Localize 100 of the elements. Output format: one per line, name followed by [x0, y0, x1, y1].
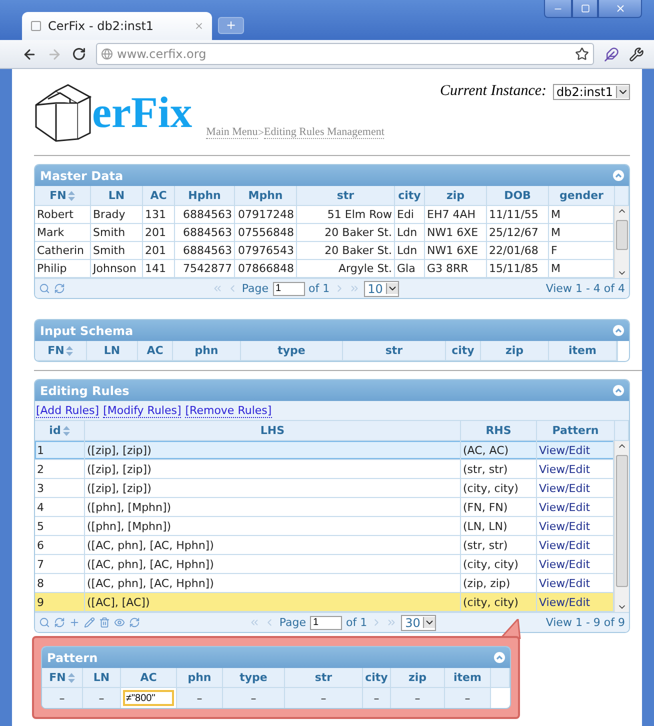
address-bar[interactable]: www.cerfix.org [96, 43, 594, 65]
collapse-icon[interactable] [613, 170, 624, 181]
pattern-input-field[interactable]: ≠"800" [123, 690, 174, 706]
table-cell: 201 [143, 224, 175, 241]
column-header[interactable]: AC [121, 668, 177, 688]
column-header[interactable]: LHS [85, 421, 461, 441]
column-header[interactable]: phn [173, 341, 241, 361]
column-header[interactable]: phn [177, 668, 223, 688]
column-header[interactable]: AC [138, 341, 173, 361]
column-header[interactable]: zip [481, 341, 549, 361]
table-row[interactable]: 4 ([phn], [Mphn]) (FN, FN) View/Edit [35, 498, 614, 517]
column-header[interactable]: FN [35, 186, 91, 206]
column-header[interactable]: item [549, 341, 617, 361]
refresh-icon[interactable] [54, 283, 65, 294]
table-row[interactable]: 9 ([AC], [AC]) (city, city) View/Edit [35, 593, 614, 612]
column-header[interactable]: city [395, 186, 425, 206]
column-header[interactable]: str [297, 186, 395, 206]
page-input-field[interactable]: 1 [272, 282, 305, 296]
forward-icon[interactable] [47, 46, 62, 62]
column-header[interactable]: DOB [487, 186, 549, 206]
first-page-icon[interactable] [249, 617, 260, 628]
page-size-select[interactable]: 10 [364, 280, 399, 296]
trash-icon[interactable] [99, 617, 110, 628]
browser-tab[interactable]: CerFix - db2:inst1 [22, 12, 212, 40]
collapse-icon[interactable] [613, 325, 624, 336]
column-header[interactable]: Hphn [175, 186, 235, 206]
table-row[interactable]: 5 ([phn], [Mphn]) (LN, LN) View/Edit [35, 517, 614, 536]
table-row[interactable]: Catherin Smith 201 6884563 07976543 20 Baker St. Ldn NW1 6XE 22/01/68 F [35, 242, 614, 260]
search-icon[interactable] [39, 617, 50, 628]
column-header[interactable]: id [35, 421, 85, 441]
last-page-icon[interactable] [386, 617, 398, 628]
star-icon[interactable] [575, 47, 589, 61]
table-row[interactable]: Philip Johnson 141 7542877 07866848 Argyle St. Gla G3 8RR 15/11/85 M [35, 260, 614, 278]
minimize-button[interactable] [544, 0, 572, 18]
sort-icon[interactable] [66, 346, 74, 356]
column-header[interactable]: zip [425, 186, 487, 206]
table-cell: 3 [35, 479, 85, 497]
table-cell: Robert [35, 206, 91, 223]
action-link[interactable]: [Remove Rules] [185, 404, 272, 418]
action-link[interactable]: [Add Rules] [36, 404, 100, 418]
table-row[interactable]: Mark Smith 201 6884563 07556848 20 Baker St. Ldn NW1 6XE 25/12/67 M [35, 224, 614, 242]
scrollbar[interactable] [614, 441, 629, 612]
wrench-icon[interactable] [629, 46, 644, 62]
new-tab-button[interactable]: + [218, 17, 244, 34]
column-header[interactable]: city [446, 341, 481, 361]
column-header[interactable]: FN [35, 341, 87, 361]
table-cell: 1 [35, 441, 85, 459]
refresh-icon[interactable] [129, 617, 140, 628]
table-row[interactable]: 7 ([AC, phn], [AC, Hphn]) (city, city) View/Edit [35, 555, 614, 574]
breadcrumb-link[interactable]: Main Menu [206, 126, 258, 139]
sort-icon[interactable] [68, 190, 76, 200]
column-header[interactable]: str [343, 341, 446, 361]
column-header[interactable]: item [445, 668, 491, 688]
column-header[interactable]: gender [549, 186, 615, 206]
column-header[interactable]: FN [42, 668, 83, 688]
page-size-select[interactable]: 30 [401, 614, 436, 630]
action-link[interactable]: [Modify Rules] [103, 404, 182, 418]
column-header[interactable]: LN [91, 186, 143, 206]
plus-icon[interactable] [69, 617, 80, 628]
close-icon[interactable] [194, 21, 204, 31]
column-header[interactable]: Pattern [537, 421, 615, 441]
column-header[interactable]: type [223, 668, 285, 688]
last-page-icon[interactable] [348, 283, 360, 294]
breadcrumb-link[interactable]: Editing Rules Management [264, 126, 384, 139]
column-header[interactable]: RHS [461, 421, 537, 441]
table-cell: – [285, 688, 363, 708]
page-input-field[interactable]: 1 [310, 616, 342, 630]
first-page-icon[interactable] [212, 283, 223, 294]
collapse-icon[interactable] [613, 385, 624, 396]
scrollbar[interactable] [614, 206, 629, 278]
column-header[interactable]: zip [391, 668, 445, 688]
column-header[interactable]: str [285, 668, 363, 688]
feather-icon[interactable] [604, 46, 619, 62]
table-row[interactable]: 6 ([AC, phn], [AC, Hphn]) (str, str) View/Edit [35, 536, 614, 555]
column-header[interactable]: LN [83, 668, 121, 688]
table-cell: – [391, 688, 445, 708]
eye-icon[interactable] [114, 617, 125, 628]
sort-icon[interactable] [68, 672, 75, 682]
instance-select[interactable]: db2:inst1 [552, 84, 630, 100]
table-cell: 7 [35, 555, 85, 573]
table-cell: 4 [35, 498, 85, 516]
close-button[interactable] [598, 0, 642, 18]
table-row[interactable]: 1 ([zip], [zip]) (AC, AC) View/Edit [35, 441, 614, 460]
reload-icon[interactable] [72, 47, 86, 61]
column-header[interactable]: type [241, 341, 343, 361]
sort-icon[interactable] [62, 426, 70, 436]
column-header[interactable]: Mphn [235, 186, 297, 206]
table-row[interactable]: 2 ([zip], [zip]) (str, str) View/Edit [35, 460, 614, 479]
search-icon[interactable] [39, 283, 50, 294]
table-row[interactable]: 8 ([AC, phn], [AC, Hphn]) (zip, zip) View/Edit [35, 574, 614, 593]
pencil-icon[interactable] [84, 617, 95, 628]
maximize-button[interactable] [572, 0, 598, 18]
column-header[interactable]: city [363, 668, 391, 688]
refresh-icon[interactable] [54, 617, 65, 628]
back-icon[interactable] [22, 46, 37, 62]
table-row[interactable]: Robert Brady 131 6884563 07917248 51 Elm Row Edi EH7 4AH 11/11/55 M [35, 206, 614, 224]
table-row[interactable]: 3 ([zip], [zip]) (city, city) View/Edit [35, 479, 614, 498]
collapse-icon[interactable] [494, 652, 505, 663]
column-header[interactable]: LN [87, 341, 138, 361]
column-header[interactable]: AC [143, 186, 175, 206]
